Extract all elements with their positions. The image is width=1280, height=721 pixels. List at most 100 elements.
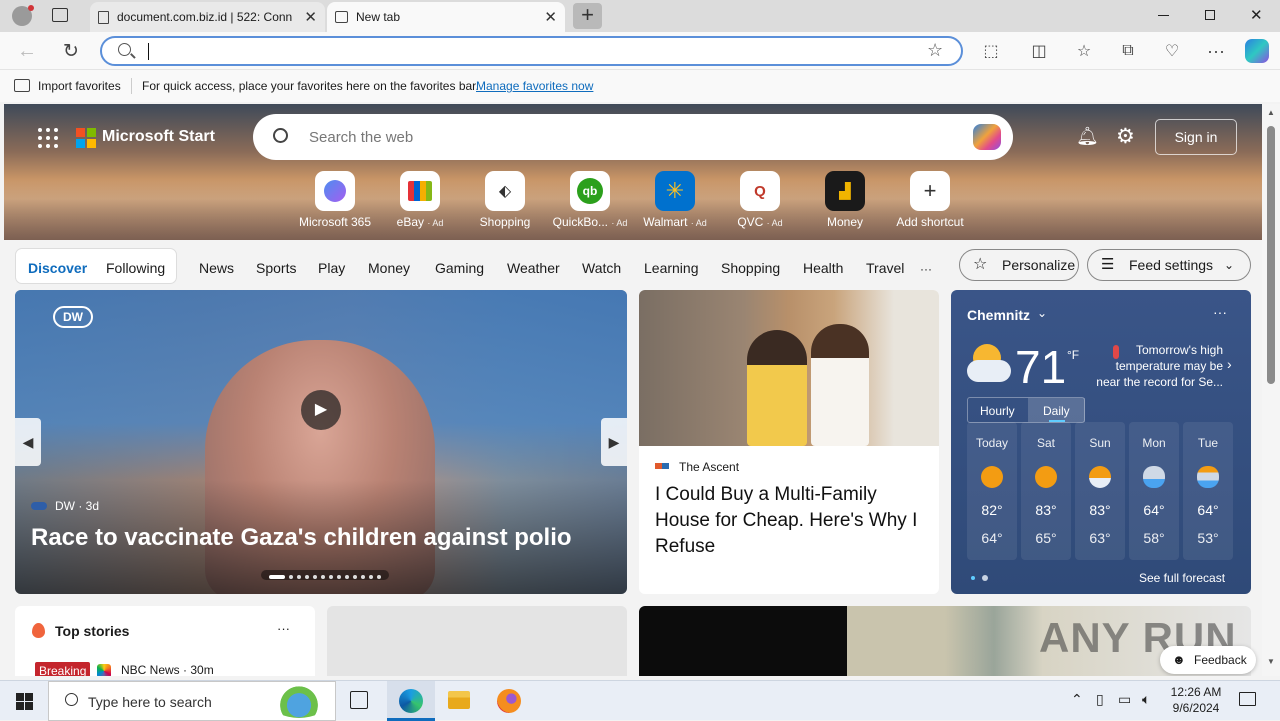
feedback-button[interactable]: ☻ Feedback (1160, 646, 1256, 674)
extensions-icon[interactable]: ⬚ (978, 38, 1004, 64)
nav-money[interactable]: Money (368, 260, 410, 276)
weather-card[interactable]: Chemnitz ⌄ ··· 71 °F Tomorrow's high tem… (951, 290, 1251, 594)
forecast-day-mon[interactable]: Mon 64° 58° (1129, 422, 1179, 560)
toggle-daily[interactable]: Daily (1043, 404, 1070, 418)
article-headline[interactable]: I Could Buy a Multi-Family House for Che… (655, 482, 931, 560)
settings-more-icon[interactable]: ··· (1203, 38, 1229, 64)
close-tab-icon[interactable]: ✕ (544, 8, 557, 26)
microsoft-logo[interactable] (76, 128, 96, 148)
notifications-bell-icon[interactable]: 🔔︎ (1076, 126, 1099, 147)
file-explorer-icon[interactable] (448, 691, 470, 709)
restore-icon[interactable] (1205, 10, 1215, 20)
shortcut-ebay[interactable]: eBay · Ad (378, 171, 462, 229)
clock-date[interactable]: 9/6/2024 (1168, 701, 1224, 715)
personalize-button[interactable]: ☆ Personalize (959, 249, 1079, 281)
minimize-icon[interactable] (1158, 15, 1169, 16)
brand-title[interactable]: Microsoft Start (102, 128, 215, 146)
volume-icon[interactable]: 🔈︎ (1142, 691, 1150, 708)
image-card[interactable]: ANY RUN (639, 606, 1251, 676)
play-button[interactable]: ▶ (301, 390, 341, 430)
shortcut-walmart[interactable]: ✳ Walmart · Ad (633, 171, 717, 229)
nav-shopping[interactable]: Shopping (721, 260, 780, 276)
split-screen-icon[interactable]: ◫ (1026, 38, 1052, 64)
manage-favorites-link[interactable]: Manage favorites now (476, 79, 593, 93)
tab-new-tab[interactable]: New tab ✕ (327, 2, 565, 32)
copilot-search-icon[interactable] (973, 124, 1001, 150)
back-icon[interactable]: ← (14, 38, 40, 64)
tab-document[interactable]: document.com.biz.id | 522: Conn ✕ (90, 2, 325, 32)
settings-gear-icon[interactable]: ⚙ (1116, 124, 1135, 149)
favorite-star-icon[interactable]: ☆ (927, 40, 943, 61)
apps-launcher-icon[interactable] (38, 128, 58, 148)
shortcut-add[interactable]: + Add shortcut (888, 171, 972, 229)
scroll-down-icon[interactable]: ▼ (1267, 657, 1275, 666)
forecast-day-tue[interactable]: Tue 64° 53° (1183, 422, 1233, 560)
tab-following[interactable]: Following (106, 260, 165, 276)
shortcut-qvc[interactable]: Q QVC · Ad (718, 171, 802, 229)
nav-learning[interactable]: Learning (644, 260, 699, 276)
network-icon[interactable]: ▭ (1118, 691, 1131, 708)
close-window-icon[interactable]: ✕ (1250, 6, 1263, 24)
feed-settings-button[interactable]: ☰ Feed settings ⌄ (1087, 249, 1251, 281)
nav-more-icon[interactable]: ··· (920, 262, 932, 276)
scroll-thumb[interactable] (1267, 126, 1275, 384)
nav-sports[interactable]: Sports (256, 260, 296, 276)
copilot-icon[interactable] (1245, 39, 1269, 63)
taskbar-edge-button[interactable] (387, 681, 435, 721)
taskbar-search-input[interactable]: Type here to search (88, 694, 212, 710)
shortcut-money[interactable]: ▟ Money (803, 171, 887, 229)
collections-icon[interactable]: ⧉ (1115, 38, 1141, 64)
favorites-icon[interactable]: ☆ (1071, 38, 1097, 64)
page-dot-active[interactable] (971, 576, 975, 580)
page-dot[interactable] (982, 575, 988, 581)
carousel-next-button[interactable]: ▶ (601, 418, 627, 466)
show-hidden-icons-chevron[interactable]: ⌃ (1071, 691, 1083, 708)
chevron-right-icon[interactable]: › (1227, 356, 1232, 372)
close-tab-icon[interactable]: ✕ (304, 8, 317, 26)
forecast-day-sun[interactable]: Sun 83° 63° (1075, 422, 1125, 560)
tab-discover[interactable]: Discover (28, 260, 87, 276)
import-favorites-button[interactable]: Import favorites (38, 79, 121, 93)
web-search-box[interactable]: Search the web (253, 114, 1013, 160)
browser-essentials-icon[interactable]: ♡ (1159, 38, 1185, 64)
nav-weather[interactable]: Weather (507, 260, 560, 276)
weather-city[interactable]: Chemnitz (967, 307, 1030, 323)
nav-travel[interactable]: Travel (866, 260, 904, 276)
carousel-indicator[interactable] (261, 570, 389, 580)
weather-more-icon[interactable]: ··· (1213, 304, 1227, 320)
windows-start-icon[interactable] (16, 693, 33, 710)
import-favorites-icon[interactable] (14, 79, 30, 92)
new-tab-button[interactable]: + (573, 3, 602, 29)
article-card[interactable]: The Ascent I Could Buy a Multi-Family Ho… (639, 290, 939, 594)
weather-note[interactable]: Tomorrow's high temperature may be near … (1095, 342, 1223, 390)
top-stories-more-icon[interactable]: ··· (277, 621, 290, 636)
shortcut-microsoft-365[interactable]: Microsoft 365 (293, 171, 377, 229)
feature-headline[interactable]: Race to vaccinate Gaza's children agains… (31, 524, 572, 552)
nav-health[interactable]: Health (803, 260, 843, 276)
forecast-day-today[interactable]: Today 82° 64° (967, 422, 1017, 560)
search-input[interactable]: Search the web (309, 129, 413, 146)
page-scrollbar[interactable]: ▲ ▼ (1262, 104, 1280, 676)
forecast-day-sat[interactable]: Sat 83° 65° (1021, 422, 1071, 560)
nav-play[interactable]: Play (318, 260, 345, 276)
see-full-forecast-link[interactable]: See full forecast (1139, 571, 1225, 585)
notifications-icon[interactable] (1239, 692, 1256, 706)
refresh-icon[interactable]: ↻ (58, 38, 84, 64)
nav-gaming[interactable]: Gaming (435, 260, 484, 276)
shortcut-shopping[interactable]: ⬖ Shopping (463, 171, 547, 229)
sign-in-button[interactable]: Sign in (1155, 119, 1237, 155)
carousel-prev-button[interactable]: ◀ (15, 418, 41, 466)
feature-video-card[interactable]: DW ▶ ◀ ▶ DW · 3d Race to vaccinate Gaza'… (15, 290, 627, 594)
nav-news[interactable]: News (199, 260, 234, 276)
tab-actions-icon[interactable] (52, 8, 68, 22)
firefox-icon[interactable] (497, 689, 521, 713)
address-bar[interactable]: ☆ (100, 36, 963, 66)
shortcut-quickbooks[interactable]: qb QuickBo... · Ad (548, 171, 632, 229)
scroll-up-icon[interactable]: ▲ (1267, 108, 1275, 117)
toggle-hourly[interactable]: Hourly (980, 404, 1015, 418)
chevron-down-icon[interactable]: ⌄ (1037, 306, 1047, 320)
taskbar-search-box[interactable]: Type here to search (48, 681, 336, 721)
task-view-icon[interactable] (350, 691, 368, 709)
device-icon[interactable]: ▯ (1096, 691, 1104, 708)
clock-time[interactable]: 12:26 AM (1170, 685, 1222, 699)
